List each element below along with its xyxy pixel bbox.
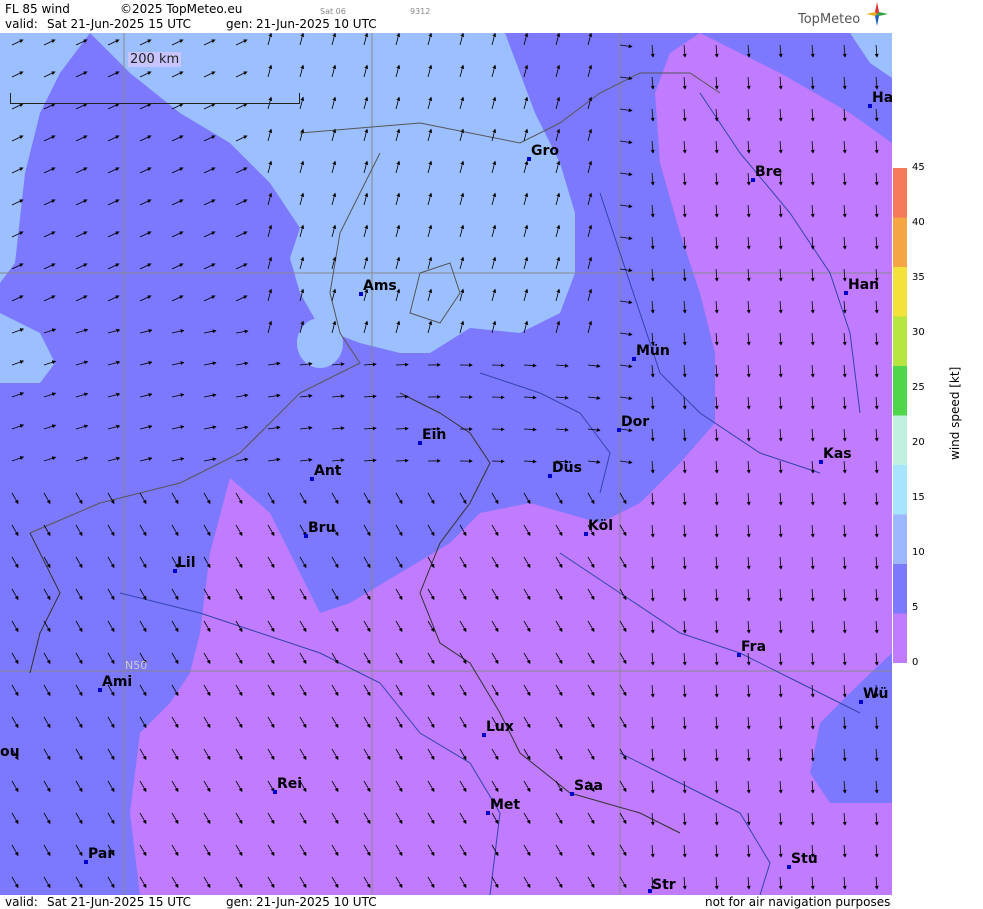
city-label[interactable]: Ams bbox=[363, 279, 397, 293]
colorbar-segment bbox=[893, 267, 907, 317]
footer-valid-label: valid: bbox=[5, 895, 38, 909]
city-label[interactable]: Dor bbox=[621, 415, 649, 429]
city-label[interactable]: Mün bbox=[636, 344, 670, 358]
city-label[interactable]: Stu bbox=[791, 852, 818, 866]
copyright: ©2025 TopMeteo.eu bbox=[120, 2, 243, 16]
colorbar-segment bbox=[893, 366, 907, 416]
city-label[interactable]: Fra bbox=[741, 640, 766, 654]
colorbar-tick-label: 30 bbox=[912, 327, 925, 338]
city-label[interactable]: ou bbox=[0, 745, 20, 759]
colorbar-tick-label: 15 bbox=[912, 492, 925, 503]
colorbar-tick-label: 0 bbox=[912, 657, 919, 668]
colorbar-title: wind speed [kt] bbox=[948, 366, 962, 460]
valid-label: valid: bbox=[5, 17, 38, 31]
wind-arrow bbox=[395, 362, 409, 367]
city-label[interactable]: Wü bbox=[863, 687, 888, 701]
colorbar-segment bbox=[893, 217, 907, 268]
topmeteo-logo: TopMeteo bbox=[798, 12, 861, 27]
wind-speed-field bbox=[0, 33, 892, 895]
colorbar-tick-label: 20 bbox=[912, 437, 925, 448]
city-label[interactable]: Ant bbox=[314, 464, 342, 478]
header-bar: FL 85 wind ©2025 TopMeteo.eu Sat 06 9312… bbox=[0, 0, 983, 33]
disclaimer: not for air navigation purposes bbox=[705, 895, 891, 909]
code-label: 9312 bbox=[410, 7, 431, 16]
gen-label: gen: bbox=[226, 17, 253, 31]
colorbar-tick-label: 40 bbox=[912, 217, 925, 228]
colorbar-segment bbox=[893, 415, 907, 466]
city-label[interactable]: Saa bbox=[574, 779, 603, 793]
city-label[interactable]: Lux bbox=[486, 720, 514, 734]
colorbar-segment bbox=[893, 465, 907, 515]
city-label[interactable]: Ami bbox=[102, 675, 132, 689]
latitude-label: N50 bbox=[125, 659, 148, 672]
gen-time: 21-Jun-2025 10 UTC bbox=[256, 17, 377, 31]
city-label[interactable]: Lil bbox=[177, 556, 196, 570]
colorbar-segment bbox=[893, 514, 907, 565]
colorbar-segment bbox=[893, 613, 907, 663]
city-label[interactable]: Ha bbox=[872, 91, 892, 105]
city-label[interactable]: Bru bbox=[308, 521, 336, 535]
wind-arrow bbox=[395, 458, 409, 463]
city-label[interactable]: Met bbox=[490, 798, 520, 812]
footer-valid-time: Sat 21-Jun-2025 15 UTC bbox=[47, 895, 192, 909]
valid-time: Sat 21-Jun-2025 15 UTC bbox=[47, 17, 192, 31]
colorbar-tick-label: 45 bbox=[912, 162, 925, 173]
city-label[interactable]: Ein bbox=[422, 428, 446, 442]
colorbar-segment bbox=[893, 316, 907, 367]
footer-bar: valid: Sat 21-Jun-2025 15 UTC gen: 21-Ju… bbox=[0, 895, 983, 909]
colorbar-segment bbox=[893, 168, 907, 218]
colorbar-tick-label: 25 bbox=[912, 382, 925, 393]
colorbar-segment bbox=[893, 564, 907, 614]
footer-gen-time: 21-Jun-2025 10 UTC bbox=[256, 895, 377, 909]
city-label[interactable]: Köl bbox=[588, 519, 613, 533]
city-label[interactable]: Str bbox=[652, 878, 676, 892]
wind-map[interactable]: 200 km N50 Gro Bre Ha Ams Han Mün Ein Do… bbox=[0, 33, 892, 895]
city-label[interactable]: Düs bbox=[552, 461, 582, 475]
city-label[interactable]: Bre bbox=[755, 165, 782, 179]
city-label[interactable]: Rei bbox=[277, 777, 302, 791]
city-label[interactable]: Han bbox=[848, 278, 879, 292]
map-title: FL 85 wind bbox=[5, 2, 70, 16]
compass-star-icon bbox=[866, 2, 888, 26]
wind-arrow bbox=[395, 394, 409, 399]
colorbar-tick-label: 5 bbox=[912, 602, 919, 613]
colorbar-tick-label: 35 bbox=[912, 272, 925, 283]
footer-gen-label: gen: bbox=[226, 895, 253, 909]
wind-arrow bbox=[395, 426, 409, 431]
scale-label: 200 km bbox=[128, 52, 182, 67]
city-label[interactable]: Kas bbox=[823, 447, 852, 461]
colorbar bbox=[893, 168, 907, 663]
city-label[interactable]: Par bbox=[88, 847, 114, 861]
city-label[interactable]: Gro bbox=[531, 144, 559, 158]
scale-bar bbox=[10, 93, 300, 104]
colorbar-tick-label: 10 bbox=[912, 547, 925, 558]
